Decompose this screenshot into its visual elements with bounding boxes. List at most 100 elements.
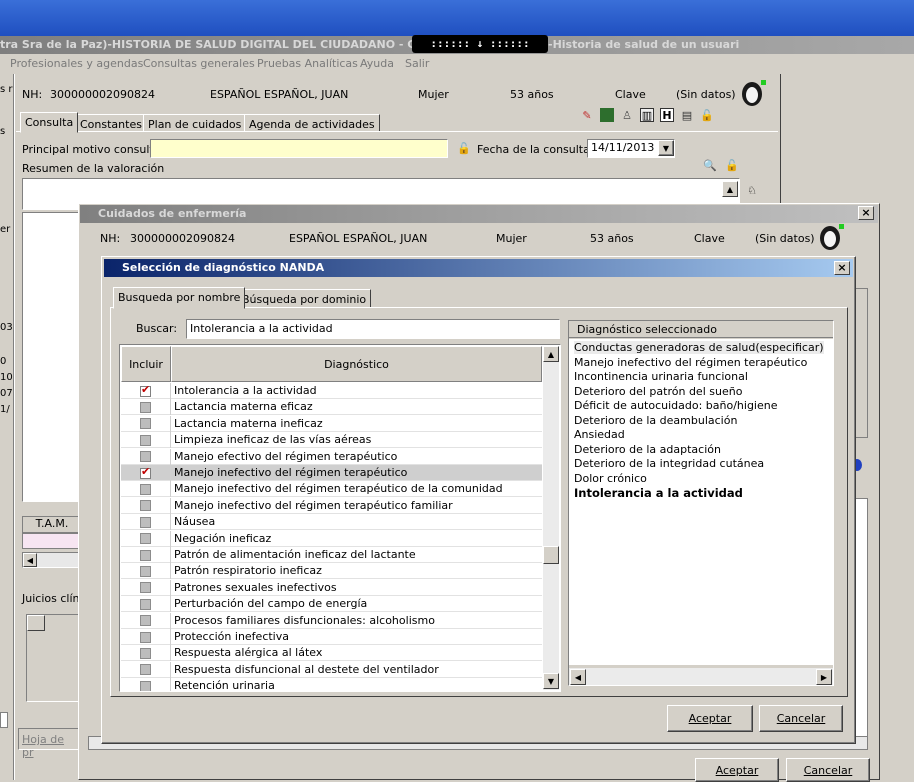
list-item[interactable]: Dolor crónico xyxy=(574,472,647,485)
lock-icon[interactable]: 🔓 xyxy=(725,158,739,172)
table-row[interactable]: Respuesta alérgica al látex xyxy=(121,645,542,662)
patient-avatar-icon[interactable] xyxy=(740,80,766,108)
menu-pruebas[interactable]: Pruebas Analíticas xyxy=(257,57,358,70)
list-item[interactable]: Deterioro de la integridad cutánea xyxy=(574,457,764,470)
incluir-checkbox[interactable] xyxy=(140,451,151,463)
col-incluir-header[interactable]: Incluir xyxy=(121,346,171,382)
scroll-left-icon[interactable]: ◀ xyxy=(570,669,586,685)
grid-icon[interactable] xyxy=(600,108,614,122)
pencil-icon[interactable]: ✎ xyxy=(580,108,594,122)
list-item[interactable]: Conductas generadoras de salud(especific… xyxy=(574,341,824,354)
tab-busqueda-dominio[interactable]: Búsqueda por dominio xyxy=(237,289,372,308)
incluir-checkbox[interactable] xyxy=(140,565,151,577)
list-item[interactable]: Deterioro del patrón del sueño xyxy=(574,385,742,398)
left-strip-input[interactable] xyxy=(0,712,8,728)
list-item[interactable]: Déficit de autocuidado: baño/higiene xyxy=(574,399,778,412)
table-row[interactable]: Lactancia materna eficaz xyxy=(121,399,542,416)
table-row[interactable]: Manejo inefectivo del régimen terapéutic… xyxy=(121,481,542,498)
zoom-icon[interactable]: 🔍 xyxy=(703,158,717,172)
incluir-checkbox[interactable] xyxy=(140,500,151,512)
aceptar-button[interactable]: Aceptar xyxy=(695,758,779,782)
col-diagnostico-header[interactable]: Diagnóstico xyxy=(171,346,542,382)
scroll-thumb[interactable] xyxy=(543,546,559,564)
selected-list[interactable]: Conductas generadoras de salud(especific… xyxy=(569,339,833,665)
incluir-checkbox[interactable] xyxy=(140,549,151,561)
list-item[interactable]: Deterioro de la deambulación xyxy=(574,414,737,427)
table-row[interactable]: Limpieza ineficaz de las vías aéreas xyxy=(121,432,542,449)
menu-ayuda[interactable]: Ayuda xyxy=(360,57,394,70)
scroll-down-icon[interactable]: ▼ xyxy=(543,673,559,689)
list-item[interactable]: Deterioro de la adaptación xyxy=(574,443,721,456)
screen-share-overlay-bar[interactable]: :::::: ↓ :::::: xyxy=(412,35,548,53)
menu-profesionales[interactable]: Profesionales y agendas xyxy=(10,57,143,70)
incluir-checkbox[interactable] xyxy=(140,418,151,430)
menu-consultas[interactable]: Consultas generales xyxy=(143,57,255,70)
incluir-checkbox[interactable] xyxy=(140,465,151,479)
diagnosis-vscroll[interactable]: ▲ ▼ xyxy=(543,346,559,690)
incluir-checkbox[interactable] xyxy=(140,647,151,659)
incluir-checkbox[interactable] xyxy=(140,680,151,691)
tab-agenda[interactable]: Agenda de actividades xyxy=(244,114,380,132)
table-row[interactable]: Patrón respiratorio ineficaz xyxy=(121,563,542,580)
scroll-up-icon[interactable]: ▲ xyxy=(543,346,559,362)
incluir-checkbox[interactable] xyxy=(140,615,151,627)
table-row[interactable]: Náusea xyxy=(121,514,542,531)
incluir-checkbox[interactable] xyxy=(140,516,151,528)
table-row[interactable]: Manejo efectivo del régimen terapéutico xyxy=(121,448,542,465)
printer-icon[interactable]: ▤ xyxy=(680,108,694,122)
lock-icon[interactable]: 🔓 xyxy=(700,108,714,122)
incluir-checkbox[interactable] xyxy=(140,582,151,594)
nanda-cancelar-button[interactable]: Cancelar xyxy=(759,705,843,732)
menu-salir[interactable]: Salir xyxy=(405,57,429,70)
incluir-checkbox[interactable] xyxy=(140,434,151,446)
incluir-checkbox[interactable] xyxy=(140,401,151,413)
scroll-up-icon[interactable]: ▲ xyxy=(722,181,738,197)
table-row[interactable]: Manejo inefectivo del régimen terapéutic… xyxy=(121,465,542,481)
tab-plan-cuidados[interactable]: Plan de cuidados xyxy=(143,114,247,132)
table-row[interactable]: Manejo inefectivo del régimen terapéutic… xyxy=(121,497,542,514)
motivo-input[interactable] xyxy=(150,139,448,158)
table-row[interactable]: Lactancia materna ineficaz xyxy=(121,415,542,432)
scroll-right-icon[interactable]: ▶ xyxy=(816,669,832,685)
incluir-checkbox[interactable] xyxy=(140,483,151,495)
people-icon[interactable]: ♙ xyxy=(620,108,634,122)
hoja-button[interactable]: Hoja de pr xyxy=(18,728,82,759)
table-row[interactable]: Procesos familiares disfuncionales: alco… xyxy=(121,612,542,629)
table-row[interactable]: Perturbación del campo de energía xyxy=(121,596,542,613)
table-row[interactable]: Protección inefectiva xyxy=(121,629,542,645)
list-item[interactable]: Intolerancia a la actividad xyxy=(574,486,743,500)
scroll-left-icon[interactable]: ◀ xyxy=(23,553,37,567)
fecha-field[interactable]: 14/11/2013 ▼ xyxy=(587,139,675,158)
list-item[interactable]: Manejo inefectivo del régimen terapéutic… xyxy=(574,356,807,369)
table-row[interactable]: Negación ineficaz xyxy=(121,530,542,547)
table-row[interactable]: Patrón de alimentación ineficaz del lact… xyxy=(121,547,542,563)
list-item[interactable]: Incontinencia urinaria funcional xyxy=(574,370,748,383)
cuidados-close-button[interactable]: × xyxy=(858,206,874,220)
table-row[interactable]: Respuesta disfuncional al destete del ve… xyxy=(121,661,542,678)
list-item[interactable]: Ansiedad xyxy=(574,428,625,441)
table-row[interactable]: Patrones sexuales inefectivos xyxy=(121,579,542,596)
incluir-cell xyxy=(121,661,171,678)
users-icon[interactable]: ♘ xyxy=(745,183,759,197)
book-icon[interactable]: ▥ xyxy=(640,108,654,122)
chevron-down-icon[interactable]: ▼ xyxy=(658,140,674,156)
lock-icon[interactable]: 🔓 xyxy=(457,141,471,155)
tab-constantes[interactable]: Constantes xyxy=(75,114,147,132)
tab-consulta[interactable]: Consulta xyxy=(20,112,79,133)
table-row[interactable]: Intolerancia a la actividad xyxy=(121,383,542,399)
selected-hscroll[interactable]: ◀ ▶ xyxy=(569,667,833,685)
nanda-close-button[interactable]: × xyxy=(834,261,850,275)
selected-header-label: Diagnóstico seleccionado xyxy=(577,323,717,336)
cuidados-avatar-icon[interactable] xyxy=(818,224,844,252)
incluir-checkbox[interactable] xyxy=(140,533,151,545)
h-icon[interactable]: H xyxy=(660,108,674,122)
incluir-checkbox[interactable] xyxy=(140,598,151,610)
nanda-aceptar-button[interactable]: Aceptar xyxy=(667,705,753,732)
incluir-checkbox[interactable] xyxy=(140,631,151,643)
tab-busqueda-nombre[interactable]: Busqueda por nombre xyxy=(113,287,246,309)
cancelar-button[interactable]: Cancelar xyxy=(786,758,870,782)
table-row[interactable]: Retención urinaria xyxy=(121,678,542,691)
incluir-checkbox[interactable] xyxy=(140,383,151,397)
buscar-input[interactable]: Intolerancia a la actividad xyxy=(186,319,560,339)
incluir-checkbox[interactable] xyxy=(140,664,151,676)
